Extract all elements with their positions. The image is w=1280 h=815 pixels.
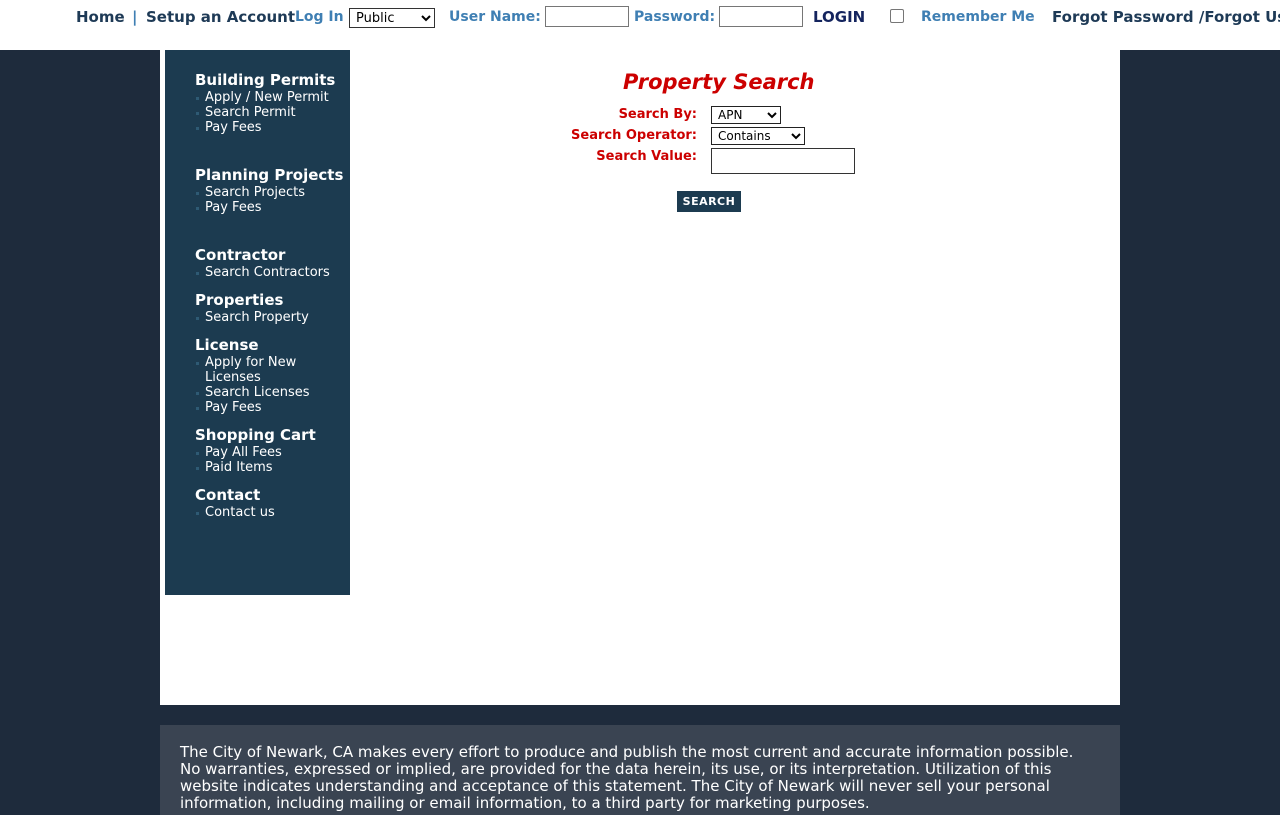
sidebar-section-shopping-cart: Shopping Cart Pay All Fees Paid Items	[195, 425, 345, 475]
sidebar-section-title[interactable]: Properties	[195, 290, 345, 310]
password-input[interactable]	[719, 6, 803, 27]
sidebar-item-search-contractors[interactable]: Search Contractors	[195, 265, 345, 280]
sidebar-section-contractor: Contractor Search Contractors	[195, 245, 345, 280]
sidebar: Building Permits Apply / New Permit Sear…	[165, 50, 350, 595]
remember-me-label[interactable]: Remember Me	[921, 8, 1035, 26]
sidebar-item-apply-new-permit[interactable]: Apply / New Permit	[195, 90, 345, 105]
sidebar-section-title[interactable]: License	[195, 335, 345, 355]
login-button[interactable]: LOGIN	[813, 8, 865, 26]
login-as-label: Log In	[295, 9, 344, 25]
sidebar-item-pay-fees[interactable]: Pay Fees	[195, 200, 345, 215]
sidebar-section-title[interactable]: Planning Projects	[195, 165, 345, 185]
username-input[interactable]	[545, 6, 629, 27]
footer-disclaimer: The City of Newark, CA makes every effor…	[180, 743, 1074, 812]
sidebar-section-properties: Properties Search Property	[195, 290, 345, 325]
sidebar-section-title[interactable]: Contact	[195, 485, 345, 505]
sidebar-item-search-permit[interactable]: Search Permit	[195, 105, 345, 120]
password-label: Password:	[634, 9, 716, 25]
search-by-label: Search By:	[618, 107, 697, 122]
login-type-select[interactable]: Public	[349, 8, 435, 28]
sidebar-section-planning-projects: Planning Projects Search Projects Pay Fe…	[195, 165, 345, 215]
sidebar-section-title[interactable]: Building Permits	[195, 70, 345, 90]
sidebar-section-building-permits: Building Permits Apply / New Permit Sear…	[195, 70, 345, 135]
top-bar: Home | Setup an Account Log In Public Us…	[0, 0, 1280, 50]
sidebar-item-pay-all-fees[interactable]: Pay All Fees	[195, 445, 345, 460]
sidebar-item-search-licenses[interactable]: Search Licenses	[195, 385, 345, 400]
search-value-label: Search Value:	[596, 149, 697, 164]
nav-separator: |	[132, 8, 138, 26]
forgot-password-link[interactable]: Forgot Password /Forgot Use	[1052, 8, 1280, 26]
search-value-input[interactable]	[711, 148, 855, 174]
sidebar-section-title[interactable]: Contractor	[195, 245, 345, 265]
sidebar-section-title[interactable]: Shopping Cart	[195, 425, 345, 445]
sidebar-section-contact: Contact Contact us	[195, 485, 345, 520]
home-link[interactable]: Home	[76, 8, 125, 26]
sidebar-item-contact-us[interactable]: Contact us	[195, 505, 345, 520]
sidebar-item-pay-fees[interactable]: Pay Fees	[195, 400, 345, 415]
search-by-select[interactable]: APN	[711, 106, 781, 124]
remember-me-checkbox[interactable]	[890, 9, 904, 23]
main-panel: Building Permits Apply / New Permit Sear…	[160, 50, 1120, 705]
sidebar-item-search-property[interactable]: Search Property	[195, 310, 345, 325]
footer: The City of Newark, CA makes every effor…	[160, 725, 1120, 815]
sidebar-item-pay-fees[interactable]: Pay Fees	[195, 120, 345, 135]
search-operator-label: Search Operator:	[571, 128, 697, 143]
search-operator-select[interactable]: Contains	[711, 127, 805, 145]
sidebar-item-search-projects[interactable]: Search Projects	[195, 185, 345, 200]
sidebar-item-apply-new-licenses[interactable]: Apply for New Licenses	[195, 355, 345, 385]
username-label: User Name:	[449, 9, 541, 25]
setup-account-link[interactable]: Setup an Account	[146, 8, 295, 26]
search-button[interactable]: SEARCH	[677, 191, 741, 212]
sidebar-section-license: License Apply for New Licenses Search Li…	[195, 335, 345, 415]
sidebar-item-paid-items[interactable]: Paid Items	[195, 460, 345, 475]
page-title: Property Search	[623, 70, 815, 94]
